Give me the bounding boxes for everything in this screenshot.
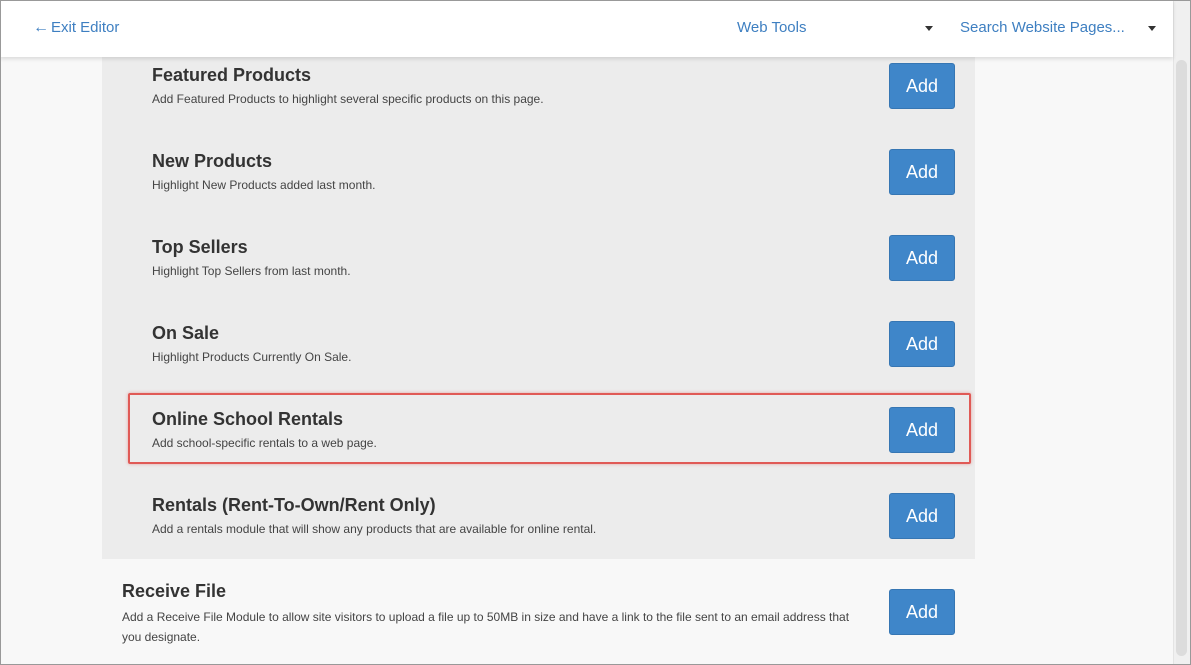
arrow-left-icon: ←	[33, 18, 49, 36]
search-pages-dropdown[interactable]: Search Website Pages...	[960, 19, 1156, 39]
add-featured-products-button[interactable]: Add	[889, 63, 955, 109]
exit-editor-link[interactable]: ← Exit Editor	[33, 19, 119, 36]
module-title: New Products	[152, 151, 273, 171]
module-title: Receive File	[122, 581, 227, 601]
module-title: Top Sellers	[152, 237, 248, 257]
module-description: Add school-specific rentals to a web pag…	[152, 436, 377, 450]
module-on-sale: On Sale Highlight Products Currently On …	[150, 315, 955, 401]
add-rentals-button[interactable]: Add	[889, 493, 955, 539]
module-title: Rentals (Rent-To-Own/Rent Only)	[152, 495, 436, 515]
module-featured-products: Featured Products Add Featured Products …	[150, 57, 955, 143]
module-receive-file: Receive File Add a Receive File Module t…	[120, 567, 955, 665]
exit-editor-label: Exit Editor	[51, 19, 120, 36]
module-top-sellers: Top Sellers Highlight Top Sellers from l…	[150, 229, 955, 315]
web-tools-dropdown[interactable]: Web Tools	[737, 19, 933, 39]
module-rentals: Rentals (Rent-To-Own/Rent Only) Add a re…	[150, 487, 955, 573]
module-description: Add a Receive File Module to allow site …	[122, 610, 850, 644]
search-pages-label: Search Website Pages...	[960, 19, 1125, 36]
add-online-school-rentals-button[interactable]: Add	[889, 407, 955, 453]
module-title: Online School Rentals	[152, 409, 344, 429]
module-description: Add a rentals module that will show any …	[152, 522, 597, 536]
module-description: Add Featured Products to highlight sever…	[152, 92, 544, 106]
scrollbar-thumb[interactable]	[1176, 60, 1187, 656]
module-description: Highlight Top Sellers from last month.	[152, 264, 351, 278]
add-new-products-button[interactable]: Add	[889, 149, 955, 195]
web-tools-label: Web Tools	[737, 19, 807, 36]
caret-down-icon	[1148, 26, 1156, 31]
add-receive-file-button[interactable]: Add	[889, 589, 955, 635]
module-title: Featured Products	[152, 65, 312, 85]
add-on-sale-button[interactable]: Add	[889, 321, 955, 367]
add-top-sellers-button[interactable]: Add	[889, 235, 955, 281]
caret-down-icon	[925, 26, 933, 31]
module-new-products: New Products Highlight New Products adde…	[150, 143, 955, 229]
module-description: Highlight New Products added last month.	[152, 178, 376, 192]
module-description: Highlight Products Currently On Sale.	[152, 350, 352, 364]
module-online-school-rentals: Online School Rentals Add school-specifi…	[150, 401, 955, 487]
module-title: On Sale	[152, 323, 220, 343]
top-toolbar: ← Exit Editor Web Tools Search Website P…	[0, 0, 1173, 57]
module-list: Featured Products Add Featured Products …	[0, 57, 1173, 665]
